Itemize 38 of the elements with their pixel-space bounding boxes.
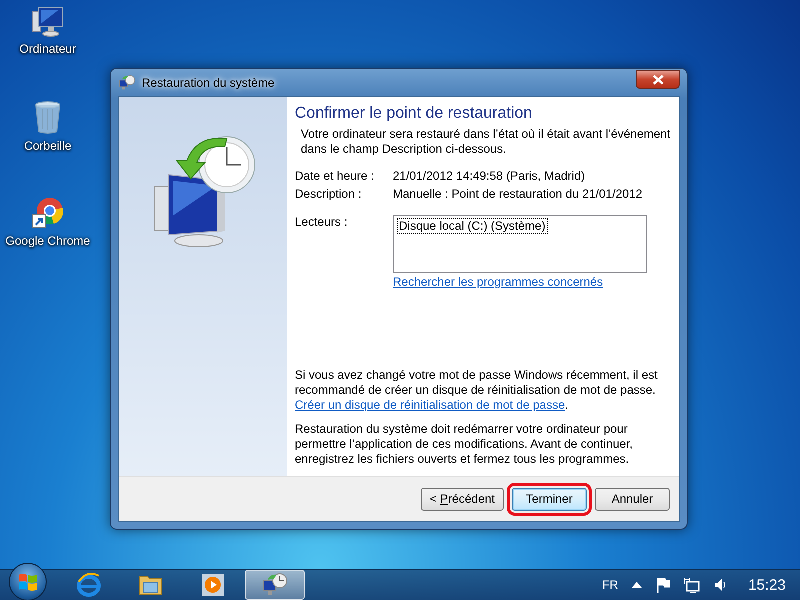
field-value: 21/01/2012 14:49:58 (Paris, Madrid) bbox=[393, 169, 586, 183]
desktop-icon-label[interactable]: Corbeille bbox=[24, 139, 72, 153]
drives-list[interactable]: Disque local (C:) (Système) bbox=[393, 215, 647, 273]
system-restore-icon bbox=[118, 74, 136, 90]
desktop-icon-label[interactable]: Google Chrome bbox=[6, 234, 90, 248]
affected-programs-link[interactable]: Rechercher les programmes concernés bbox=[393, 275, 604, 289]
trash-bin-icon bbox=[34, 101, 62, 135]
intro-text: Votre ordinateur sera restauré dans l’état où il était avant l’événement dans le champ Description ci-dessous. bbox=[301, 127, 671, 157]
reset-disk-link[interactable]: Créer un disque de réinitialisation de mot de passe bbox=[295, 398, 566, 412]
field-label: Description : bbox=[295, 187, 363, 201]
close-button[interactable] bbox=[636, 70, 680, 89]
clock[interactable]: 15:23 bbox=[748, 576, 786, 594]
drives-label: Lecteurs : bbox=[295, 215, 349, 231]
restart-note: Restauration du système doit redémarrer votre ordinateur pour permettre l’application de ces modifications. Avant de continuer, enregistrez les fichiers ouverts et fermez tous les programmes. bbox=[295, 422, 634, 467]
language-indicator[interactable]: FR bbox=[602, 578, 618, 592]
windows-logo-icon bbox=[18, 573, 38, 591]
field-label: Date et heure : bbox=[295, 169, 376, 183]
start-button[interactable] bbox=[9, 563, 47, 600]
flag-icon[interactable] bbox=[656, 577, 670, 593]
window-title: Restauration du système bbox=[142, 76, 275, 90]
taskbar-button[interactable] bbox=[245, 570, 305, 600]
browser-shortcut-icon bbox=[31, 196, 65, 230]
drive-item[interactable]: Disque local (C:) (Système) bbox=[398, 219, 547, 233]
play-icon[interactable] bbox=[202, 574, 224, 596]
show-hidden-icons-icon[interactable] bbox=[632, 582, 642, 588]
page-heading: Confirmer le point de restauration bbox=[295, 105, 534, 123]
speaker-icon[interactable] bbox=[714, 578, 726, 592]
computer-icon bbox=[31, 6, 65, 38]
browser-e-icon[interactable] bbox=[76, 572, 102, 598]
field-value: Manuelle : Point de restauration du 21/01/2012 bbox=[393, 187, 644, 201]
desktop-icon-label[interactable]: Ordinateur bbox=[20, 42, 76, 56]
folder-icon[interactable] bbox=[139, 574, 163, 596]
dialog-button[interactable]: < Précédent bbox=[420, 488, 504, 510]
dialog-button[interactable]: Annuler bbox=[595, 488, 670, 510]
system-restore-icon[interactable] bbox=[262, 573, 288, 597]
network-icon[interactable] bbox=[684, 577, 700, 593]
close-icon bbox=[652, 74, 664, 84]
password-note: Si vous avez changé votre mot de passe Windows récemment, il est recommandé de créer un disque de réinitialisation de mot de passe. Créer un disque de réinitialisation de mot de passe. bbox=[295, 368, 659, 413]
